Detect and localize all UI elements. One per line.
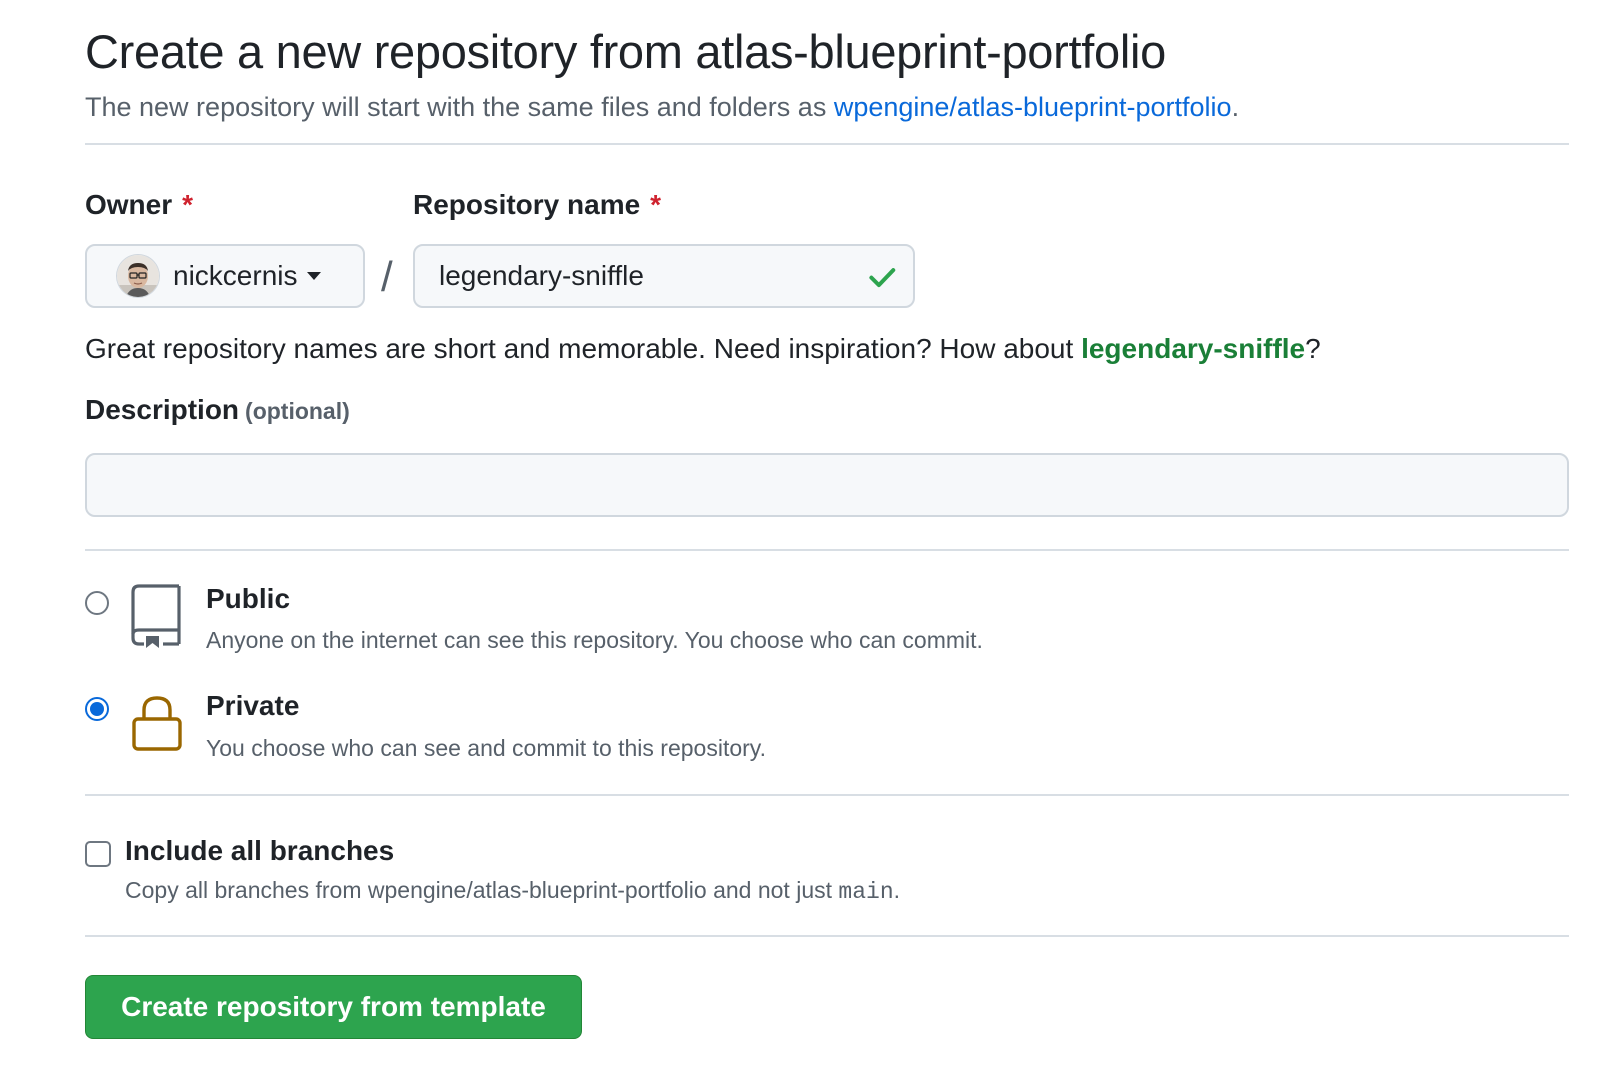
name-suggestion-link[interactable]: legendary-sniffle — [1081, 333, 1305, 364]
divider — [85, 549, 1569, 551]
branch-name: main — [838, 879, 894, 905]
private-option-title: Private — [206, 690, 300, 721]
owner-name: nickcernis — [173, 260, 298, 291]
owner-repo-separator: / — [381, 253, 393, 300]
required-mark: * — [182, 189, 194, 220]
repo-name-input[interactable] — [415, 246, 839, 306]
include-branches-period: . — [893, 877, 901, 903]
page-subtitle: The new repository will start with the s… — [85, 92, 1239, 123]
divider — [85, 794, 1569, 796]
private-radio[interactable] — [85, 697, 109, 721]
check-icon — [869, 268, 896, 288]
divider — [85, 143, 1569, 145]
chevron-down-icon — [307, 272, 322, 280]
repo-name-hint: Great repository names are short and mem… — [85, 333, 1321, 365]
owner-label: Owner * — [85, 189, 193, 221]
optional-label: (optional) — [245, 398, 350, 424]
template-repo-link[interactable]: wpengine/atlas-blueprint-portfolio — [834, 92, 1232, 122]
page-title: Create a new repository from atlas-bluep… — [85, 25, 1166, 78]
avatar — [117, 255, 159, 297]
repo-name-label-text: Repository name — [413, 189, 641, 220]
private-option-description: You choose who can see and commit to thi… — [206, 735, 766, 761]
repo-icon — [131, 584, 181, 648]
repo-name-field — [413, 244, 915, 308]
owner-select-button[interactable]: nickcernis — [85, 244, 365, 308]
public-option-title: Public — [206, 583, 291, 614]
repo-name-label: Repository name * — [413, 189, 661, 221]
subtitle-period: . — [1231, 92, 1240, 122]
lock-icon — [132, 696, 182, 751]
subtitle-text: The new repository will start with the s… — [85, 92, 834, 122]
owner-label-text: Owner — [85, 189, 173, 220]
public-option-description: Anyone on the internet can see this repo… — [206, 627, 983, 653]
include-branches-label: Include all branches — [125, 835, 395, 866]
public-radio[interactable] — [85, 591, 109, 615]
required-mark: * — [650, 189, 662, 220]
description-input[interactable] — [85, 453, 1569, 517]
include-branches-text: Copy all branches from wpengine/atlas-bl… — [125, 877, 839, 903]
description-label: Description (optional) — [85, 394, 350, 426]
divider — [85, 935, 1569, 937]
include-branches-checkbox[interactable] — [85, 841, 111, 867]
description-label-text: Description — [85, 394, 240, 425]
hint-question-mark: ? — [1305, 333, 1321, 364]
hint-text: Great repository names are short and mem… — [85, 333, 1082, 364]
include-branches-description: Copy all branches from wpengine/atlas-bl… — [125, 877, 900, 905]
create-repository-button[interactable]: Create repository from template — [85, 975, 582, 1039]
